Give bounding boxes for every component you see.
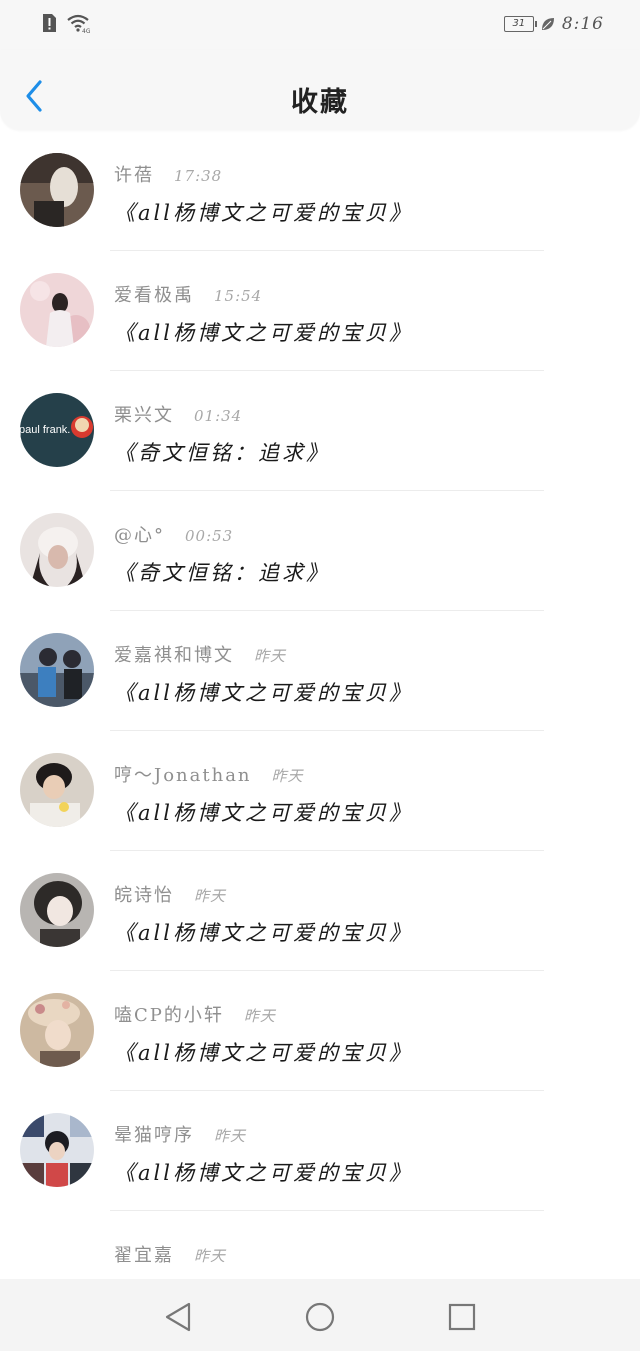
list-item[interactable]: @心° 00:53 《奇文恒铭：追求》: [0, 491, 640, 611]
svg-text:paul frank.: paul frank.: [20, 424, 70, 436]
favorites-list: 许蓓 17:38 《all杨博文之可爱的宝贝》 爱看极禹 15:54 《all杨…: [0, 131, 640, 1331]
avatar[interactable]: paul frank.: [20, 393, 94, 467]
app-header: 收藏: [0, 50, 640, 130]
sender-name: @心°: [114, 525, 165, 546]
timestamp: 昨天: [271, 767, 304, 785]
item-meta: 晕猫哼序 昨天: [114, 1121, 246, 1147]
timestamp: 昨天: [194, 887, 227, 905]
list-item[interactable]: 许蓓 17:38 《all杨博文之可爱的宝贝》: [0, 131, 640, 251]
home-circle-icon: [305, 1302, 335, 1332]
timestamp: 15:54: [214, 287, 263, 305]
item-meta: 皖诗怡 昨天: [114, 881, 226, 907]
nav-home-button[interactable]: [300, 1297, 340, 1337]
status-left: 4G: [40, 13, 90, 33]
favorite-title: 《all杨博文之可爱的宝贝》: [114, 1161, 413, 1185]
list-item[interactable]: 晕猫哼序 昨天 《all杨博文之可爱的宝贝》: [0, 1091, 640, 1211]
sender-name: 爱看极禹: [114, 285, 194, 306]
favorite-title: 《all杨博文之可爱的宝贝》: [114, 921, 413, 945]
favorite-title: 《奇文恒铭：追求》: [114, 441, 330, 465]
page-title: 收藏: [291, 87, 349, 118]
avatar[interactable]: [20, 1113, 94, 1187]
avatar[interactable]: [20, 153, 94, 227]
item-meta: @心° 00:53: [114, 521, 233, 547]
timestamp: 昨天: [214, 1127, 247, 1145]
sender-name: 皖诗怡: [114, 885, 174, 906]
item-meta: 许蓓 17:38: [114, 161, 222, 187]
avatar[interactable]: [20, 993, 94, 1067]
timestamp: 昨天: [194, 1247, 227, 1265]
wifi-icon: 4G: [67, 14, 90, 33]
timestamp: 17:38: [174, 167, 223, 185]
system-nav-bar: [0, 1279, 640, 1351]
recents-square-icon: [448, 1303, 476, 1331]
favorite-title: 《all杨博文之可爱的宝贝》: [114, 681, 413, 705]
timestamp: 00:53: [185, 527, 234, 545]
avatar[interactable]: [20, 273, 94, 347]
favorite-title: 《all杨博文之可爱的宝贝》: [114, 1041, 413, 1065]
nav-back-button[interactable]: [158, 1297, 198, 1337]
sender-name: 晕猫哼序: [114, 1125, 194, 1146]
favorite-title: 《all杨博文之可爱的宝贝》: [114, 801, 413, 825]
sender-name: 许蓓: [114, 165, 154, 186]
item-meta: 翟宜嘉 昨天: [114, 1241, 226, 1267]
item-meta: 爱看极禹 15:54: [114, 281, 262, 307]
sender-name: 栗兴文: [114, 405, 174, 426]
list-item[interactable]: 嗑CP的小轩 昨天 《all杨博文之可爱的宝贝》: [0, 971, 640, 1091]
alert-icon: [43, 14, 56, 32]
sender-name: 哼～Jonathan: [114, 765, 252, 786]
avatar[interactable]: [20, 873, 94, 947]
list-item[interactable]: 爱嘉祺和博文 昨天 《all杨博文之可爱的宝贝》: [0, 611, 640, 731]
sender-name: 爱嘉祺和博文: [114, 645, 234, 666]
item-meta: 嗑CP的小轩 昨天: [114, 1001, 276, 1027]
avatar[interactable]: [20, 633, 94, 707]
avatar[interactable]: [20, 753, 94, 827]
sender-name: 翟宜嘉: [114, 1245, 174, 1266]
list-item[interactable]: paul frank. 栗兴文 01:34 《奇文恒铭：追求》: [0, 371, 640, 491]
svg-text:4G: 4G: [82, 28, 90, 33]
back-triangle-icon: [165, 1302, 191, 1332]
item-meta: 栗兴文 01:34: [114, 401, 242, 427]
item-meta: 哼～Jonathan 昨天: [114, 761, 304, 787]
avatar[interactable]: [20, 513, 94, 587]
list-item[interactable]: 哼～Jonathan 昨天 《all杨博文之可爱的宝贝》: [0, 731, 640, 851]
item-meta: 爱嘉祺和博文 昨天: [114, 641, 286, 667]
list-item[interactable]: 爱看极禹 15:54 《all杨博文之可爱的宝贝》: [0, 251, 640, 371]
list-item[interactable]: 皖诗怡 昨天 《all杨博文之可爱的宝贝》: [0, 851, 640, 971]
clock: 8:16: [561, 14, 604, 34]
nav-recents-button[interactable]: [442, 1297, 482, 1337]
favorite-title: 《all杨博文之可爱的宝贝》: [114, 321, 413, 345]
leaf-icon: [541, 18, 554, 30]
timestamp: 昨天: [243, 1007, 276, 1025]
timestamp: 01:34: [194, 407, 243, 425]
battery-icon: 31: [503, 16, 537, 32]
sender-name: 嗑CP的小轩: [114, 1005, 224, 1026]
status-right: 31 8:16: [503, 14, 604, 34]
status-bar: 4G 31 8:16: [0, 0, 640, 50]
timestamp: 昨天: [254, 647, 287, 665]
favorite-title: 《奇文恒铭：追求》: [114, 561, 330, 585]
favorite-title: 《all杨博文之可爱的宝贝》: [114, 201, 413, 225]
